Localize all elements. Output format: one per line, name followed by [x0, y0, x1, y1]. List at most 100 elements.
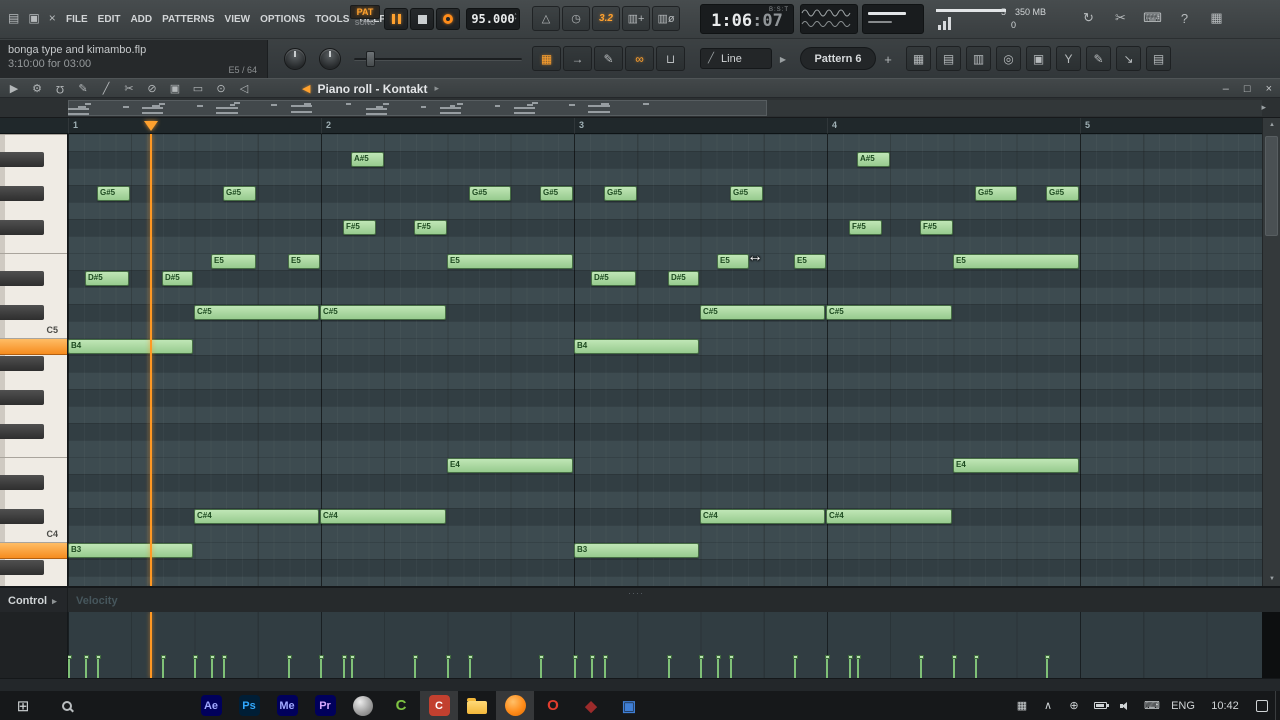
tempo-spinner[interactable]: ▴ ▾	[514, 12, 517, 22]
help-icon[interactable]: ?	[1174, 7, 1195, 29]
preview-icon[interactable]: ◁	[236, 82, 252, 95]
mute-icon[interactable]: ▣	[167, 82, 183, 95]
taskbar-after-effects[interactable]: Ae	[192, 691, 230, 720]
velocity-stem-cap[interactable]	[974, 655, 979, 659]
midi-note[interactable]: C#4	[826, 509, 952, 524]
velocity-stem[interactable]	[469, 657, 471, 678]
master-pitch-knob[interactable]	[319, 48, 341, 70]
menu-add[interactable]: ADD	[128, 14, 154, 25]
velocity-stem[interactable]	[730, 657, 732, 678]
midi-note[interactable]: E5	[211, 254, 256, 269]
playhead[interactable]	[150, 134, 152, 586]
midi-note[interactable]: E5	[447, 254, 573, 269]
shuffle-slider-handle[interactable]	[366, 51, 375, 67]
detach-window-icon[interactable]: ▣	[28, 11, 39, 25]
black-key[interactable]	[0, 356, 44, 371]
velocity-stem[interactable]	[288, 657, 290, 678]
velocity-stem[interactable]	[97, 657, 99, 678]
velocity-stem-cap[interactable]	[716, 655, 721, 659]
midi-note[interactable]: G#5	[604, 186, 637, 201]
vertical-scroll-thumb[interactable]	[1265, 136, 1278, 236]
wait-input-icon[interactable]: ◷	[562, 6, 590, 31]
loop-record-icon[interactable]: ▥ø	[652, 6, 680, 31]
midi-note[interactable]: E4	[447, 458, 573, 473]
midi-note[interactable]: D#5	[668, 271, 699, 286]
midi-note[interactable]: G#5	[1046, 186, 1079, 201]
sync-icon[interactable]: ↻	[1078, 7, 1099, 29]
velocity-stem[interactable]	[591, 657, 593, 678]
filter-icon[interactable]: Y	[1056, 46, 1081, 71]
search-button[interactable]	[46, 691, 88, 720]
taskbar-opera[interactable]: O	[534, 691, 572, 720]
midi-note[interactable]: B3	[574, 543, 699, 558]
midi-note[interactable]: C#5	[320, 305, 446, 320]
midi-note[interactable]: G#5	[223, 186, 256, 201]
midi-note[interactable]: G#5	[469, 186, 511, 201]
zoom-icon[interactable]: ⊙	[213, 82, 229, 95]
graph-editor-icon[interactable]: ▤	[936, 46, 961, 71]
black-key[interactable]	[0, 475, 44, 490]
midi-note[interactable]: D#5	[591, 271, 636, 286]
select-icon[interactable]: ▭	[190, 82, 206, 95]
event-editor-icon[interactable]: ▥	[966, 46, 991, 71]
velocity-stem-cap[interactable]	[468, 655, 473, 659]
velocity-stem[interactable]	[857, 657, 859, 678]
black-key[interactable]	[0, 390, 44, 405]
velocity-stem[interactable]	[700, 657, 702, 678]
velocity-stem[interactable]	[604, 657, 606, 678]
snap-selector[interactable]: ╱ Line	[700, 48, 772, 69]
velocity-stem[interactable]	[975, 657, 977, 678]
midi-note[interactable]: C#4	[320, 509, 446, 524]
midi-note[interactable]: A#5	[857, 152, 890, 167]
midi-note[interactable]: G#5	[97, 186, 130, 201]
brush-icon[interactable]: ✎	[1086, 46, 1111, 71]
velocity-stem-cap[interactable]	[699, 655, 704, 659]
velocity-stem-cap[interactable]	[603, 655, 608, 659]
stop-button[interactable]	[410, 8, 434, 30]
midi-note[interactable]: C#5	[700, 305, 825, 320]
play-icon[interactable]: ▶	[6, 82, 22, 95]
black-key[interactable]	[0, 152, 44, 167]
velocity-stem-cap[interactable]	[319, 655, 324, 659]
time-display[interactable]: B:S:T 1:06:07	[700, 4, 794, 34]
black-key[interactable]	[0, 560, 44, 575]
black-key[interactable]	[0, 509, 44, 524]
black-key[interactable]	[0, 271, 44, 286]
magnet-icon[interactable]: Ω	[52, 83, 68, 95]
menu-edit[interactable]: EDIT	[96, 14, 123, 25]
clock[interactable]: 10:42	[1201, 691, 1249, 720]
midi-note[interactable]: C#4	[700, 509, 825, 524]
midi-note[interactable]: E5	[794, 254, 826, 269]
taskbar-photoshop[interactable]: Ps	[230, 691, 268, 720]
velocity-stem-cap[interactable]	[84, 655, 89, 659]
velocity-stem-cap[interactable]	[793, 655, 798, 659]
minimap-thumb[interactable]	[68, 100, 767, 116]
velocity-stem-cap[interactable]	[952, 655, 957, 659]
delete-icon[interactable]: ⊘	[144, 82, 160, 95]
black-key[interactable]	[0, 424, 44, 439]
slice-icon[interactable]: ✂	[121, 82, 137, 95]
pianoroll-title[interactable]: ◀ Piano roll - Kontakt ▸	[302, 79, 439, 98]
velocity-stem-cap[interactable]	[825, 655, 830, 659]
battery-icon[interactable]	[1087, 691, 1113, 720]
taskbar-app-blue[interactable]: ▣	[610, 691, 648, 720]
midi-note[interactable]: B3	[68, 543, 193, 558]
midi-note[interactable]: D#5	[162, 271, 193, 286]
taskbar-media-encoder[interactable]: Me	[268, 691, 306, 720]
black-key[interactable]	[0, 305, 44, 320]
midi-note[interactable]: F#5	[343, 220, 376, 235]
velocity-stem-cap[interactable]	[848, 655, 853, 659]
velocity-stem[interactable]	[849, 657, 851, 678]
velocity-stem[interactable]	[194, 657, 196, 678]
smooth-icon[interactable]: ↘	[1116, 46, 1141, 71]
minimize-button[interactable]: –	[1223, 83, 1229, 95]
velocity-stem[interactable]	[414, 657, 416, 678]
project-panel[interactable]: bonga type and kimambo.flp 3:10:00 for 0…	[0, 40, 268, 78]
velocity-stem-cap[interactable]	[590, 655, 595, 659]
velocity-stem-cap[interactable]	[446, 655, 451, 659]
velocity-stem[interactable]	[826, 657, 828, 678]
velocity-stem[interactable]	[574, 657, 576, 678]
add-pattern-button[interactable]: +	[880, 49, 896, 69]
blend-notes-icon[interactable]: ▥+	[622, 6, 650, 31]
midi-note[interactable]: E5	[953, 254, 1079, 269]
